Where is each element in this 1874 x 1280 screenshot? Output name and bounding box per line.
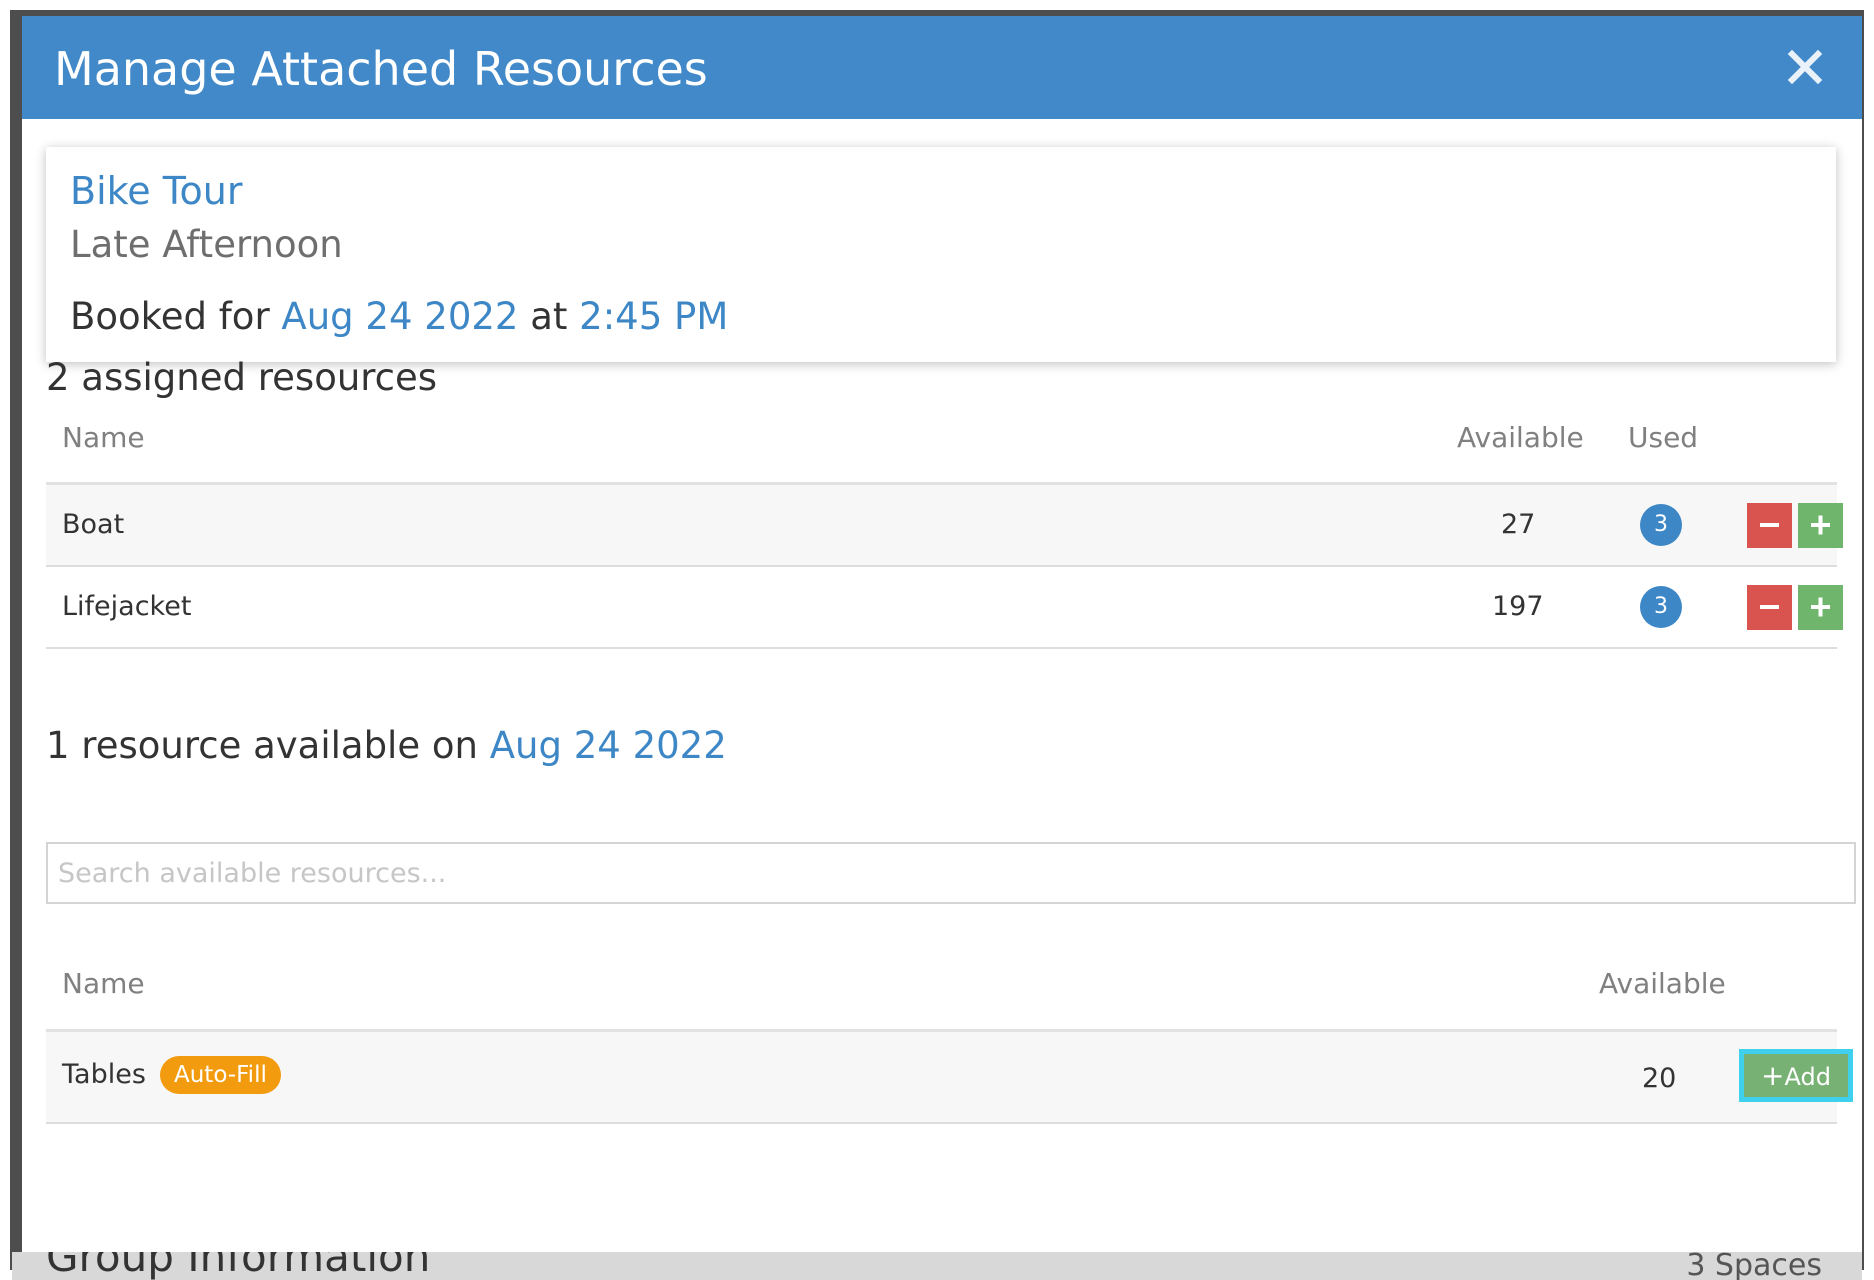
background-page: Group Information 3 Spaces (12, 1252, 1862, 1280)
add-button-label: Add (1784, 1063, 1831, 1091)
increase-used-button[interactable] (1798, 585, 1843, 630)
booking-date-link[interactable]: Aug 24 2022 (281, 295, 518, 338)
table-row: Boat 27 3 (46, 485, 1843, 567)
booking-time-link[interactable]: 2:45 PM (579, 295, 728, 338)
used-count-badge: 3 (1640, 586, 1682, 628)
add-resource-button[interactable]: +Add (1739, 1049, 1853, 1102)
close-button[interactable] (1780, 42, 1830, 92)
table-row: Tables Auto-Fill 20 +Add (46, 1032, 1853, 1124)
column-header-name: Name (62, 421, 145, 454)
decrease-used-button[interactable] (1747, 585, 1792, 630)
assigned-resources-heading: 2 assigned resources (46, 356, 438, 399)
close-icon (1787, 49, 1823, 85)
resource-available: 20 (1642, 1063, 1677, 1094)
minus-icon (1760, 523, 1779, 527)
decrease-used-button[interactable] (1747, 503, 1792, 548)
plus-icon (1811, 597, 1830, 617)
increase-used-button[interactable] (1798, 503, 1843, 548)
table-row: Lifejacket 197 3 (46, 567, 1843, 649)
column-header-available: Available (1599, 967, 1726, 1000)
available-heading-text: 1 resource available on (46, 724, 478, 767)
available-resources-heading: 1 resource available on Aug 24 2022 (46, 724, 727, 767)
event-name-link[interactable]: Bike Tour (70, 169, 242, 213)
resource-available: 27 (1501, 509, 1536, 540)
search-available-resources-input[interactable] (46, 842, 1856, 904)
column-header-used: Used (1628, 421, 1699, 454)
available-date-link[interactable]: Aug 24 2022 (490, 724, 727, 767)
background-section-title: Group Information (46, 1252, 431, 1280)
booked-for-label: Booked for (70, 295, 270, 338)
at-label: at (530, 295, 568, 338)
column-header-available: Available (1457, 421, 1584, 454)
minus-icon (1760, 605, 1779, 609)
booked-for-line: Booked for Aug 24 2022 at 2:45 PM (70, 295, 728, 338)
available-resources-table: Name Available Tables Auto-Fill 20 +Add (46, 936, 1853, 1136)
resource-name: Tables (62, 1059, 146, 1090)
plus-icon (1811, 515, 1830, 535)
resource-available: 197 (1492, 591, 1544, 622)
manage-resources-modal: Manage Attached Resources Bike Tour Late… (22, 16, 1862, 1252)
assigned-resources-table: Name Available Used Boat 27 3 Lifejacket… (46, 411, 1843, 731)
used-count-badge: 3 (1640, 504, 1682, 546)
resource-name: Boat (62, 509, 125, 540)
column-header-name: Name (62, 967, 145, 1000)
booking-summary-card: Bike Tour Late Afternoon Booked for Aug … (46, 147, 1836, 362)
auto-fill-badge: Auto-Fill (160, 1056, 281, 1094)
plus-icon: + (1761, 1059, 1785, 1092)
modal-title: Manage Attached Resources (54, 42, 708, 96)
time-slot-label: Late Afternoon (70, 223, 343, 266)
background-spaces-count: 3 Spaces (1686, 1252, 1822, 1280)
resource-name: Lifejacket (62, 591, 192, 622)
modal-header: Manage Attached Resources (22, 16, 1862, 119)
